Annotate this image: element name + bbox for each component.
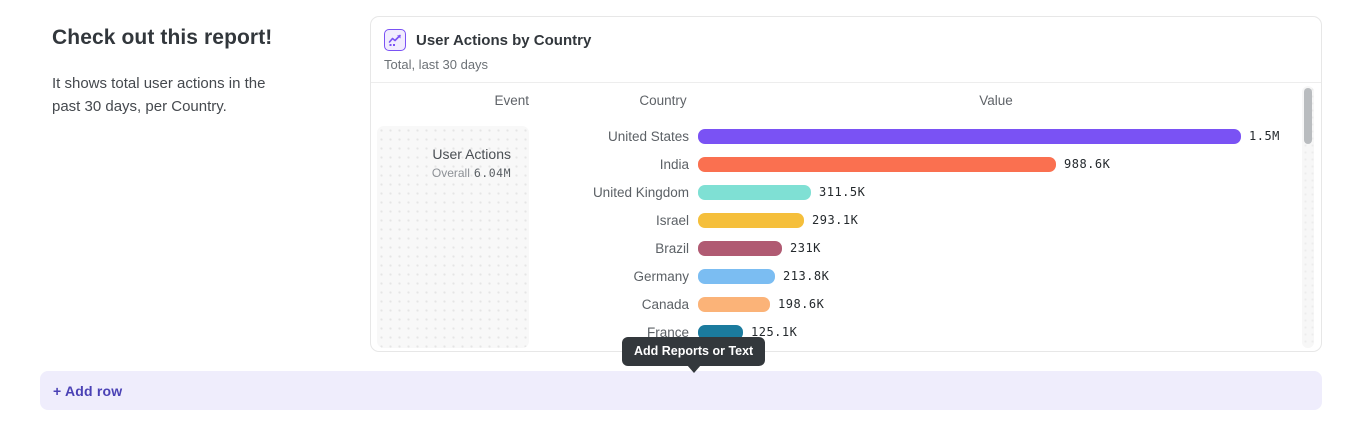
tooltip-label: Add Reports or Text — [634, 344, 753, 358]
value-bar[interactable] — [698, 129, 1241, 144]
event-overall: Overall 6.04M — [377, 166, 511, 180]
bar-value: 198.6K — [778, 297, 824, 311]
bar-value: 311.5K — [819, 185, 865, 199]
table-row: United Kingdom 311.5K — [529, 178, 1307, 206]
value-bar[interactable] — [698, 213, 804, 228]
country-label: Israel — [529, 213, 689, 228]
bar-value: 293.1K — [812, 213, 858, 227]
table-row: India 988.6K — [529, 150, 1307, 178]
value-bar[interactable] — [698, 241, 782, 256]
page-title: Check out this report! — [52, 26, 302, 50]
country-label: Canada — [529, 297, 689, 312]
table-row: United States 1.5M — [529, 122, 1307, 150]
report-subtitle: Total, last 30 days — [384, 57, 1308, 72]
line-chart-icon — [384, 29, 406, 51]
country-label: India — [529, 157, 689, 172]
intro-block: Check out this report! It shows total us… — [52, 26, 302, 119]
country-label: United States — [529, 129, 689, 144]
country-label: United Kingdom — [529, 185, 689, 200]
bar-value: 213.8K — [783, 269, 829, 283]
add-row-button[interactable]: + Add row — [40, 371, 1322, 410]
scrollbar-track[interactable] — [1302, 86, 1314, 348]
overall-value: 6.04M — [474, 166, 511, 180]
country-label: Germany — [529, 269, 689, 284]
scrollbar-thumb[interactable] — [1304, 88, 1312, 144]
value-bar[interactable] — [698, 185, 811, 200]
event-name: User Actions — [377, 146, 511, 162]
country-label: Brazil — [529, 241, 689, 256]
bar-chart-rows: United States 1.5M India 988.6K United Kingd… — [529, 122, 1307, 346]
table-row: Israel 293.1K — [529, 206, 1307, 234]
table-row: Germany 213.8K — [529, 262, 1307, 290]
table-row: Brazil 231K — [529, 234, 1307, 262]
report-card-header: User Actions by Country Total, last 30 d… — [371, 17, 1321, 83]
table-row: Canada 198.6K — [529, 290, 1307, 318]
add-row-label: + Add row — [53, 383, 122, 399]
bar-value: 988.6K — [1064, 157, 1110, 171]
page-description: It shows total user actions in the past … — [52, 72, 287, 119]
bar-value: 1.5M — [1249, 129, 1280, 143]
value-bar[interactable] — [698, 157, 1056, 172]
add-reports-tooltip: Add Reports or Text — [622, 337, 765, 366]
value-bar[interactable] — [698, 269, 775, 284]
column-header-country: Country — [603, 93, 723, 108]
column-header-event: Event — [371, 93, 529, 108]
event-cell[interactable]: User Actions Overall 6.04M — [377, 126, 529, 348]
column-header-value: Value — [936, 93, 1056, 108]
value-bar[interactable] — [698, 297, 770, 312]
report-title[interactable]: User Actions by Country — [416, 32, 591, 49]
report-card: User Actions by Country Total, last 30 d… — [370, 16, 1322, 352]
overall-label: Overall — [432, 166, 470, 180]
report-table: Event Country Value User Actions Overall… — [371, 83, 1321, 351]
bar-value: 231K — [790, 241, 821, 255]
